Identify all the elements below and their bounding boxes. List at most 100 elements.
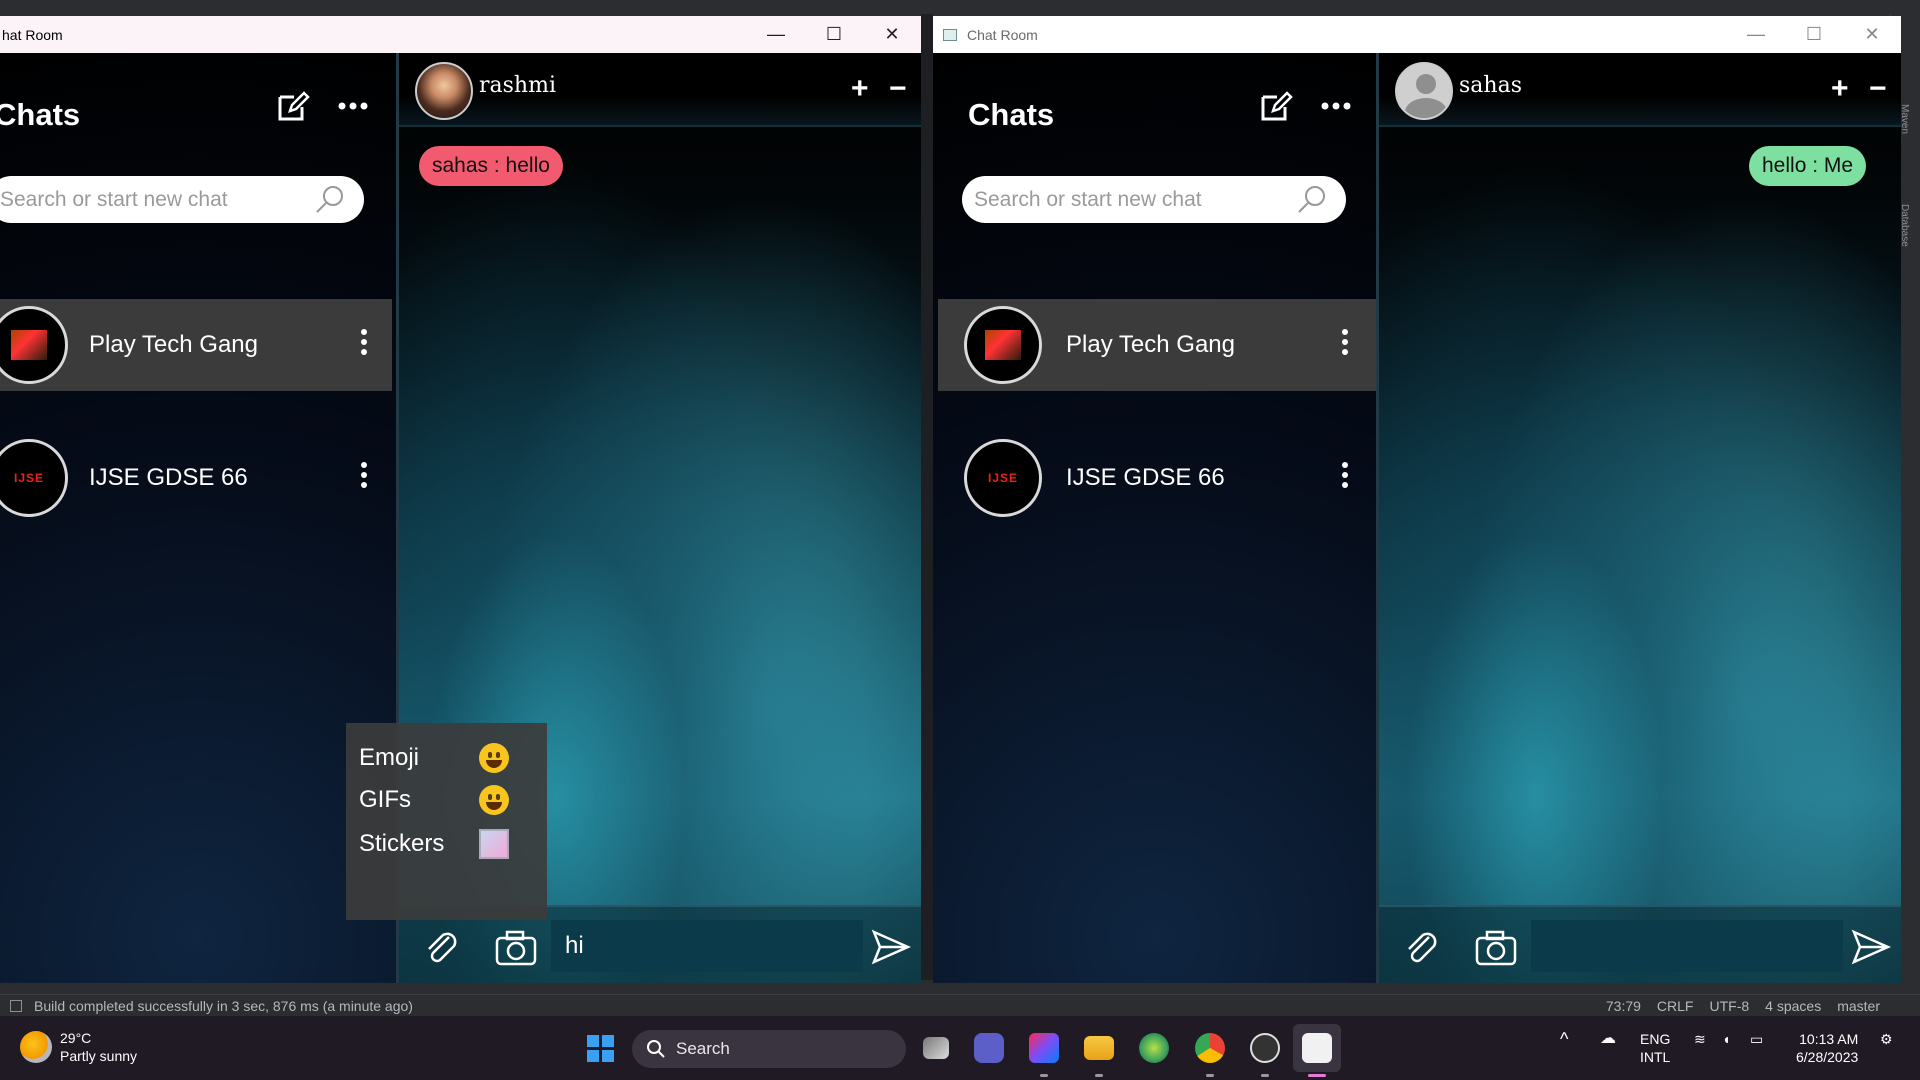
camera-icon[interactable] (495, 929, 537, 967)
chrome-button[interactable] (1190, 1028, 1230, 1068)
send-icon[interactable] (871, 929, 911, 965)
search-icon[interactable] (314, 184, 346, 216)
chat-header: sahas + − (1379, 53, 1901, 127)
search-placeholder: Search or start new chat (974, 187, 1202, 211)
group-avatar: IJSE (964, 439, 1042, 517)
message-bubble-sent: hello : Me (1749, 146, 1867, 186)
maximize-button[interactable]: ☐ (805, 16, 863, 53)
chats-title: Chats (968, 97, 1055, 132)
cursor-position[interactable]: 73:79 (1606, 998, 1641, 1014)
chat-menu-icon[interactable] (361, 462, 367, 488)
chat-header: rashmi + − (399, 53, 921, 127)
active-indicator (1308, 1074, 1326, 1077)
group-avatar (0, 306, 68, 384)
java-icon (1302, 1033, 1332, 1063)
menu-item-stickers[interactable]: Stickers (359, 829, 529, 859)
add-icon[interactable]: + (851, 74, 869, 104)
minimize-button[interactable]: — (1727, 16, 1785, 53)
search-icon (647, 1040, 665, 1058)
message-input[interactable] (551, 920, 863, 972)
more-options-icon[interactable] (336, 89, 370, 123)
language-indicator[interactable]: ENG INTL (1640, 1030, 1670, 1066)
chat-name: Play Tech Gang (1066, 331, 1235, 358)
notifications-icon[interactable]: ⚙ (1880, 1030, 1893, 1048)
maximize-button[interactable]: ☐ (1785, 16, 1843, 53)
java-app-button[interactable] (1297, 1028, 1337, 1068)
wifi-icon[interactable]: ≋ (1694, 1030, 1706, 1048)
chats-sidebar: Chats Search or start new chat Play Tech… (0, 53, 396, 983)
chat-item-play-tech-gang[interactable]: Play Tech Gang (0, 299, 392, 391)
running-indicator (1206, 1074, 1214, 1077)
chat-room-window-right: Chat Room — ☐ ✕ Chats Search or start ne… (933, 16, 1901, 983)
task-view-icon (923, 1037, 949, 1059)
search-icon[interactable] (1296, 184, 1328, 216)
chat-item-ijse-gdse-66[interactable]: IJSE IJSE GDSE 66 (0, 432, 392, 524)
menu-item-label: Emoji (359, 744, 420, 771)
window-titlebar[interactable]: Chat Room — ☐ ✕ (933, 16, 1901, 53)
line-separator[interactable]: CRLF (1657, 998, 1694, 1014)
file-encoding[interactable]: UTF-8 (1709, 998, 1749, 1014)
running-indicator (1040, 1074, 1048, 1077)
battery-icon[interactable]: ▭ (1750, 1030, 1763, 1048)
menu-item-label: GIFs (359, 786, 411, 813)
attach-icon[interactable] (421, 929, 461, 969)
beaming-face-icon (479, 785, 509, 815)
menu-item-gifs[interactable]: GIFs (359, 785, 529, 815)
attachment-menu-popup: Emoji GIFs Stickers (346, 723, 547, 920)
minimize-button[interactable]: — (747, 16, 805, 53)
ide-menubar (0, 0, 1920, 14)
build-message: Build completed successfully in 3 sec, 8… (34, 997, 413, 1014)
teams-button[interactable] (969, 1028, 1009, 1068)
close-button[interactable]: ✕ (863, 16, 921, 53)
search-label: Search (676, 1039, 730, 1058)
chats-sidebar: Chats Search or start new chat Play Tech… (933, 53, 1376, 983)
onedrive-icon[interactable]: ☁ (1600, 1030, 1616, 1048)
android-studio-button[interactable] (1134, 1028, 1174, 1068)
menu-item-emoji[interactable]: Emoji (359, 743, 529, 773)
task-view-button[interactable] (916, 1028, 956, 1068)
chat-name: IJSE GDSE 66 (89, 464, 248, 491)
chat-item-ijse-gdse-66[interactable]: IJSE IJSE GDSE 66 (938, 432, 1376, 524)
start-button[interactable] (580, 1028, 620, 1068)
windows-taskbar: 29°C Partly sunny Search ^ ☁ ENG INTL ≋ … (0, 1016, 1920, 1080)
chat-panel: sahas + − hello : Me (1376, 53, 1901, 983)
more-options-icon[interactable] (1319, 89, 1353, 123)
app-icon (943, 28, 957, 41)
search-input[interactable]: Search or start new chat (962, 176, 1346, 223)
camera-icon[interactable] (1475, 929, 1517, 967)
default-avatar-icon[interactable] (1395, 62, 1453, 120)
media-player-button[interactable] (1245, 1028, 1285, 1068)
taskbar-search[interactable]: Search (632, 1030, 906, 1068)
file-explorer-button[interactable] (1079, 1028, 1119, 1068)
contact-avatar[interactable] (415, 62, 473, 120)
search-placeholder: Search or start new chat (0, 187, 228, 211)
compose-icon[interactable] (1259, 89, 1293, 123)
message-input[interactable] (1531, 920, 1843, 972)
send-icon[interactable] (1851, 929, 1891, 965)
intellij-button[interactable] (1024, 1028, 1064, 1068)
keyboard-layout: INTL (1640, 1049, 1671, 1065)
indent-setting[interactable]: 4 spaces (1765, 998, 1821, 1014)
weather-widget[interactable]: 29°C Partly sunny (20, 1029, 137, 1065)
compose-icon[interactable] (276, 89, 310, 123)
clock[interactable]: 10:13 AM 6/28/2023 (1796, 1030, 1858, 1066)
chat-item-play-tech-gang[interactable]: Play Tech Gang (938, 299, 1376, 391)
language-code: ENG (1640, 1031, 1671, 1047)
chameleon-icon (1139, 1033, 1169, 1063)
ide-status-bar: Build completed successfully in 3 sec, 8… (0, 994, 1920, 1016)
partly-sunny-icon (20, 1031, 52, 1063)
git-branch[interactable]: master (1837, 998, 1880, 1014)
running-indicator (1261, 1074, 1269, 1077)
minus-icon[interactable]: − (889, 74, 907, 104)
chat-menu-icon[interactable] (361, 329, 367, 355)
minus-icon[interactable]: − (1869, 74, 1887, 104)
chat-menu-icon[interactable] (1342, 329, 1348, 355)
volume-icon[interactable]: ◖ (1722, 1030, 1730, 1048)
chat-menu-icon[interactable] (1342, 462, 1348, 488)
search-input[interactable]: Search or start new chat (0, 176, 364, 223)
chevron-up-icon[interactable]: ^ (1560, 1030, 1568, 1048)
window-titlebar[interactable]: hat Room — ☐ ✕ (0, 16, 921, 53)
close-button[interactable]: ✕ (1843, 16, 1901, 53)
attach-icon[interactable] (1401, 929, 1441, 969)
add-icon[interactable]: + (1831, 74, 1849, 104)
